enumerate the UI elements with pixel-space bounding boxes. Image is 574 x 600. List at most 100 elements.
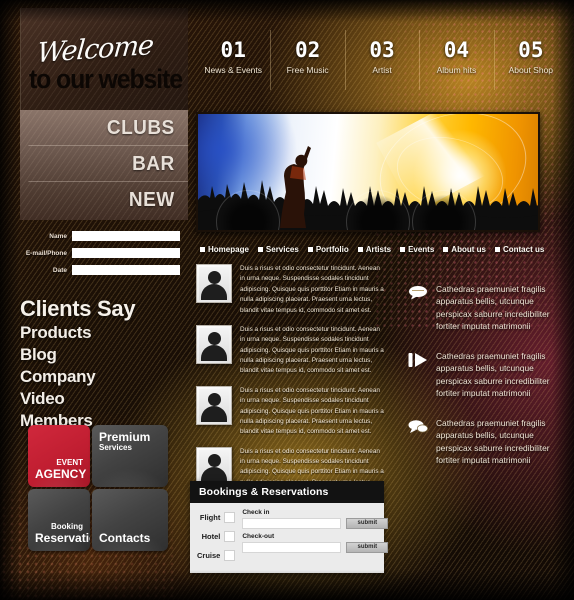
nav-item-news-events[interactable]: 01 News & Events <box>196 38 270 84</box>
booking-checkbox-flight[interactable] <box>224 511 236 523</box>
feature-text: Cathedras praemuniet fragilis apparatus … <box>436 351 550 398</box>
list-item[interactable]: Cathedras praemuniet fragilis apparatus … <box>408 283 558 332</box>
nav-label: Free Music <box>286 65 329 75</box>
breadcrumb-item-services[interactable]: Services <box>257 245 299 254</box>
booking-option-hotel: Hotel <box>197 528 236 544</box>
promo-tiles: EVENT AGENCY Premium Services Booking Re… <box>28 425 168 555</box>
name-input[interactable] <box>72 231 180 241</box>
email-phone-input[interactable] <box>72 248 180 258</box>
avatar-placeholder-icon <box>199 388 229 422</box>
nav-label: About Shop <box>508 65 554 75</box>
bullet-square-icon <box>307 247 313 252</box>
sidebar-item-products[interactable]: Products <box>20 322 188 344</box>
avatar-head <box>207 271 221 284</box>
checkout-row: submit <box>242 542 389 553</box>
form-row-name: Name <box>20 231 180 241</box>
breadcrumb-item-contact-us[interactable]: Contact us <box>494 245 545 254</box>
breadcrumb-label: Contact us <box>502 245 545 254</box>
sidebar-item-blog[interactable]: Blog <box>20 344 188 366</box>
welcome-bold-text: to our website <box>29 64 183 94</box>
avatar-head <box>207 331 221 345</box>
nav-number: 01 <box>220 38 246 62</box>
welcome-panel: Welcome to our website <box>20 8 188 110</box>
hero-banner[interactable] <box>196 112 540 232</box>
tile-booking-reservations[interactable]: Booking Reservations <box>28 489 90 551</box>
nav-item-free-music[interactable]: 02 Free Music <box>270 30 344 90</box>
sidebar-item-new[interactable]: NEW <box>28 182 188 218</box>
avatar-placeholder-icon <box>199 449 229 483</box>
nav-label: Album hits <box>436 65 477 75</box>
checkin-label: Check in <box>242 509 270 516</box>
play-icon <box>408 350 428 399</box>
breadcrumb-label: About us <box>451 245 486 254</box>
sidebar-contact-form: Name E-mail/Phone Date <box>20 220 188 290</box>
tile-contacts[interactable]: Contacts <box>92 489 168 551</box>
testimonial-text: Duis a risus et odio consectetur tincidu… <box>240 265 384 314</box>
breadcrumb-label: Events <box>408 245 435 254</box>
breadcrumb-item-homepage[interactable]: Homepage <box>200 245 249 254</box>
breadcrumb-item-portfolio[interactable]: Portfolio <box>307 245 349 254</box>
sidebar-top-menu: CLUBS BAR NEW <box>20 110 188 220</box>
tile-event-agency[interactable]: EVENT AGENCY <box>28 425 90 487</box>
page-root: Welcome to our website 01 News & Events … <box>0 0 574 600</box>
breadcrumb-item-about-us[interactable]: About us <box>443 245 486 254</box>
breadcrumb-item-artists[interactable]: Artists <box>357 245 392 254</box>
nav-item-about-shop[interactable]: 05 About Shop <box>493 30 568 90</box>
label-email-phone: E-mail/Phone <box>25 249 67 257</box>
tile-premium-content: Premium Services <box>92 425 168 487</box>
nav-number: 02 <box>294 38 321 62</box>
nav-number: 05 <box>518 38 544 62</box>
sidebar-item-video[interactable]: Video <box>20 388 188 410</box>
list-item[interactable]: Duis a risus et odio consectetur tincidu… <box>196 385 386 438</box>
nav-item-artist[interactable]: 03 Artist <box>344 30 419 90</box>
checkout-input[interactable] <box>242 542 342 553</box>
sidebar-item-bar[interactable]: BAR <box>28 146 188 182</box>
checkout-submit-button[interactable]: submit <box>346 542 389 553</box>
bookings-title: Bookings & Reservations <box>190 481 384 503</box>
avatar <box>196 385 232 425</box>
feature-text: Cathedras praemuniet fragilis apparatus … <box>436 284 550 331</box>
bookings-options: Flight Hotel Cruise <box>197 509 236 566</box>
date-input[interactable] <box>72 265 180 275</box>
right-feature-column: Cathedras praemuniet fragilis apparatus … <box>408 283 558 484</box>
breadcrumb-item-events[interactable]: Events <box>400 245 434 254</box>
breadcrumb-label: Portfolio <box>315 245 349 254</box>
booking-option-hotel-label: Hotel <box>201 531 221 541</box>
testimonial-text: Duis a risus et odio consectetur tincidu… <box>240 386 384 436</box>
avatar <box>196 264 232 303</box>
form-row-date: Date <box>20 265 180 275</box>
tile-contacts-big: Contacts <box>99 530 151 545</box>
booking-checkbox-hotel[interactable] <box>224 530 236 542</box>
top-navigation: 01 News & Events 02 Free Music 03 Artist… <box>196 30 568 90</box>
checkin-submit-button[interactable]: submit <box>346 518 389 529</box>
avatar-placeholder-icon <box>199 327 229 361</box>
avatar-head <box>207 392 221 406</box>
sidebar-item-company[interactable]: Company <box>20 366 188 388</box>
bullet-square-icon <box>443 247 449 252</box>
nav-item-album-hits[interactable]: 04 Album hits <box>419 30 493 90</box>
nav-number: 04 <box>443 38 470 62</box>
checkin-row: submit <box>242 518 389 529</box>
list-item[interactable]: Duis a risus et odio consectetur tincidu… <box>196 324 386 377</box>
checkin-input[interactable] <box>242 518 342 529</box>
avatar-body <box>201 405 227 422</box>
list-item[interactable]: Cathedras praemuniet fragilis apparatus … <box>408 350 558 399</box>
avatar <box>196 446 232 486</box>
tile-premium-services[interactable]: Premium Services <box>92 425 168 487</box>
list-item[interactable]: Cathedras praemuniet fragilis apparatus … <box>408 417 558 466</box>
form-row-email-phone: E-mail/Phone <box>20 248 180 258</box>
bookings-panel: Bookings & Reservations Flight Hotel Cru… <box>190 481 389 573</box>
nav-number: 03 <box>369 38 395 62</box>
breadcrumb-label: Artists <box>365 245 392 254</box>
clients-say-title: Clients Say <box>20 296 136 321</box>
testimonial-list: Duis a risus et odio consectetur tincidu… <box>196 264 386 508</box>
testimonial-text: Duis a risus et odio consectetur tincidu… <box>240 325 384 375</box>
bullet-square-icon <box>494 247 500 252</box>
list-item[interactable]: Duis a risus et odio consectetur tincidu… <box>196 264 386 316</box>
tile-event-agency-content: EVENT AGENCY <box>28 425 90 487</box>
sidebar-item-clubs[interactable]: CLUBS <box>28 110 188 146</box>
booking-checkbox-cruise[interactable] <box>224 549 236 561</box>
speech-bubbles-icon <box>408 417 428 466</box>
avatar-head <box>207 453 221 467</box>
bookings-body: Flight Hotel Cruise Check in submit Chec… <box>190 503 389 573</box>
